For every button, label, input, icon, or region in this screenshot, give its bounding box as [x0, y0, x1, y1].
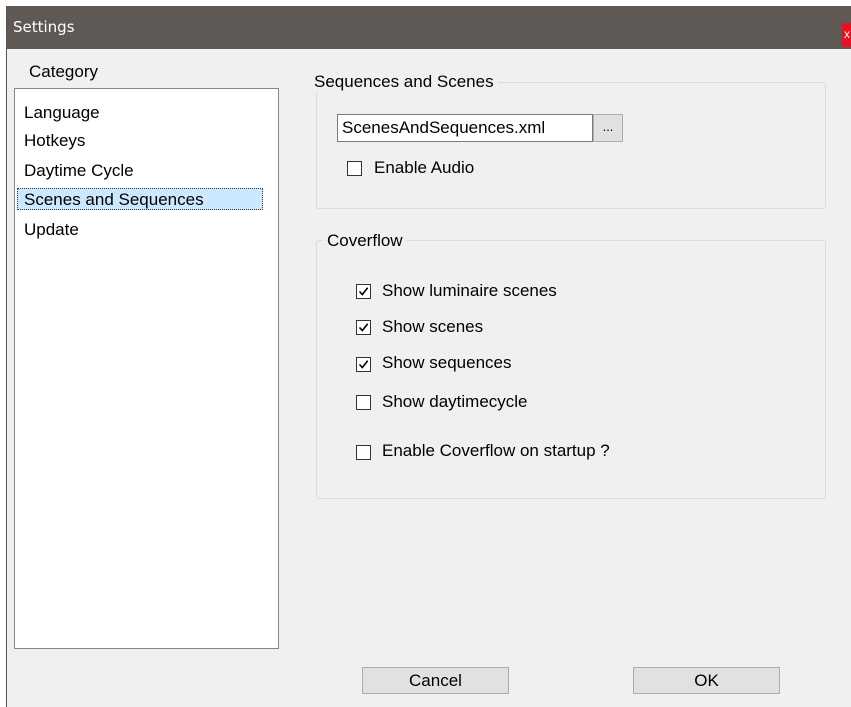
show-scenes-checkbox[interactable]: [356, 320, 371, 335]
category-item-update[interactable]: Update: [24, 220, 79, 240]
title-bar[interactable]: Settings x: [7, 6, 851, 49]
cancel-button[interactable]: Cancel: [362, 667, 509, 694]
checkmark-icon: [358, 287, 369, 296]
checkmark-icon: [358, 323, 369, 332]
show-luminaire-scenes-checkbox[interactable]: [356, 284, 371, 299]
sequences-file-field[interactable]: ScenesAndSequences.xml: [337, 114, 593, 142]
close-button[interactable]: x: [842, 23, 851, 47]
enable-audio-label: Enable Audio: [374, 158, 475, 177]
ok-button[interactable]: OK: [633, 667, 780, 694]
show-daytimecycle-checkbox[interactable]: [356, 395, 371, 410]
sequences-group-legend: Sequences and Scenes: [310, 72, 498, 92]
show-scenes-label: Show scenes: [382, 317, 484, 336]
sequences-group-box: [316, 82, 826, 209]
checkmark-icon: [358, 360, 369, 369]
category-item-language[interactable]: Language: [24, 103, 100, 123]
category-item-daytime-cycle[interactable]: Daytime Cycle: [24, 161, 134, 181]
category-list[interactable]: Language Hotkeys Daytime Cycle Scenes an…: [14, 88, 279, 649]
show-sequences-checkbox[interactable]: [356, 357, 371, 372]
show-daytimecycle-label: Show daytimecycle: [382, 392, 528, 411]
category-label: Category: [29, 62, 98, 81]
browse-button[interactable]: ...: [593, 114, 623, 142]
enable-audio-checkbox[interactable]: [347, 161, 362, 176]
enable-coverflow-startup-label: Enable Coverflow on startup ?: [382, 441, 610, 460]
window-title: Settings: [13, 18, 75, 36]
category-item-scenes-and-sequences[interactable]: Scenes and Sequences: [17, 188, 263, 210]
coverflow-group-legend: Coverflow: [323, 231, 407, 251]
enable-coverflow-startup-checkbox[interactable]: [356, 445, 371, 460]
show-luminaire-scenes-label: Show luminaire scenes: [382, 281, 557, 300]
category-item-hotkeys[interactable]: Hotkeys: [24, 131, 85, 151]
show-sequences-label: Show sequences: [382, 353, 512, 372]
